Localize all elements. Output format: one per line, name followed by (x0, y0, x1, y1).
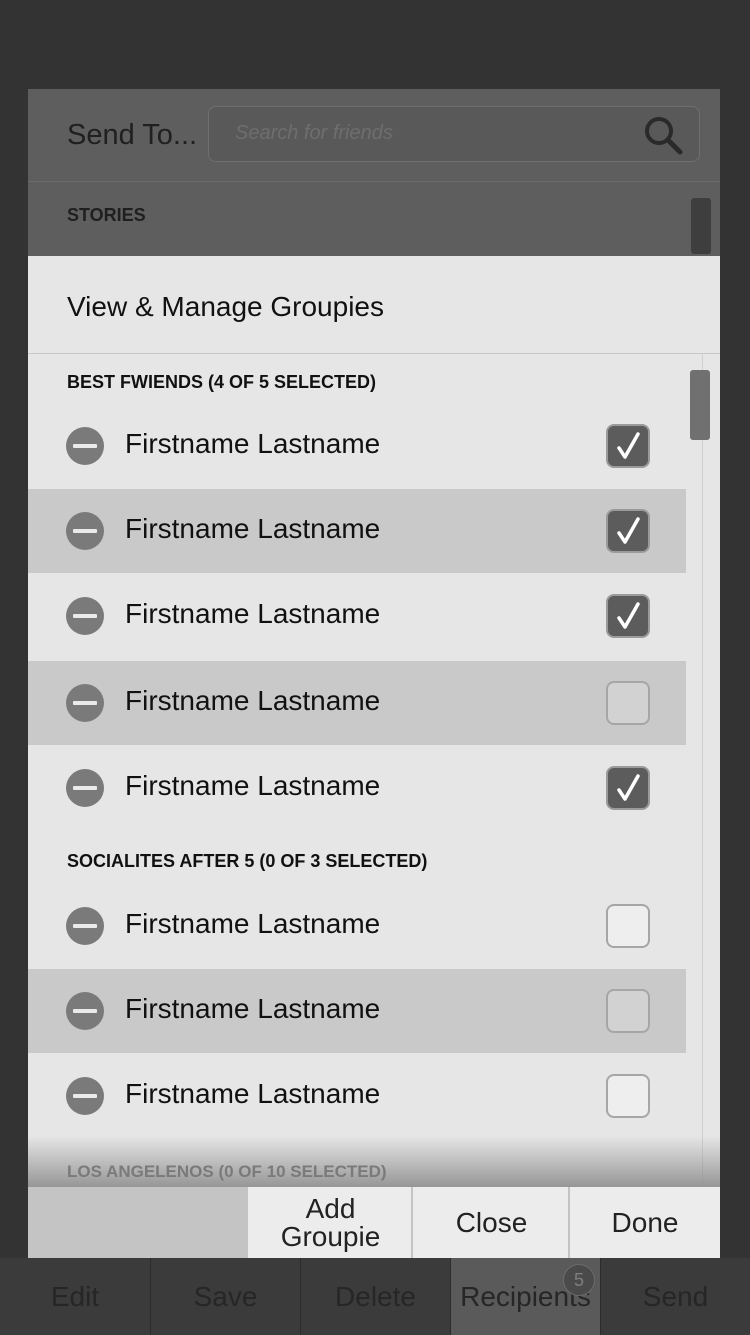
member-checkbox[interactable] (606, 424, 650, 468)
member-name: Firstname Lastname (125, 1078, 381, 1109)
list-item[interactable]: Firstname Lastname (28, 661, 686, 745)
member-name: Firstname Lastname (125, 598, 381, 629)
add-groupie-label: Add Groupie (280, 1192, 381, 1252)
send-to-title: Send To... (67, 119, 198, 151)
remove-member-icon[interactable] (66, 907, 104, 945)
modal-header: View & Manage Groupies (28, 256, 720, 354)
remove-member-icon[interactable] (66, 769, 104, 807)
remove-member-icon[interactable] (66, 992, 104, 1030)
list-item[interactable]: Firstname Lastname (28, 489, 686, 573)
divider (28, 181, 720, 182)
member-name: Firstname Lastname (125, 685, 381, 716)
groupies-list: BEST FWIENDS (4 OF 5 SELECTED) Firstname… (28, 354, 720, 1186)
list-scroll-track (702, 354, 703, 1184)
close-button[interactable]: Close (411, 1187, 570, 1258)
search-placeholder: Search for friends (235, 122, 393, 144)
group-header-los-angelenos: LOS ANGELENOS (0 OF 10 SELECTED) (67, 1162, 387, 1181)
list-item[interactable]: Firstname Lastname (28, 1054, 686, 1138)
checkmark-icon (617, 517, 640, 544)
remove-member-icon[interactable] (66, 427, 104, 465)
member-checkbox[interactable] (606, 766, 650, 810)
list-scrollbar[interactable] (690, 370, 710, 440)
list-item[interactable]: Firstname Lastname (28, 746, 686, 830)
remove-member-icon[interactable] (66, 684, 104, 722)
list-item[interactable]: Firstname Lastname (28, 884, 686, 968)
tab-delete[interactable]: Delete (300, 1258, 450, 1335)
member-name: Firstname Lastname (125, 770, 381, 801)
manage-groupies-modal: View & Manage Groupies BEST FWIENDS (4 O… (28, 256, 720, 1258)
remove-member-icon[interactable] (66, 597, 104, 635)
remove-member-icon[interactable] (66, 1077, 104, 1115)
member-checkbox[interactable] (606, 904, 650, 948)
member-name: Firstname Lastname (125, 513, 381, 544)
tab-save[interactable]: Save (150, 1258, 300, 1335)
modal-actions: Add Groupie Close Done (28, 1187, 720, 1258)
background-scrollbar[interactable] (691, 198, 711, 254)
bottom-nav: Edit Save Delete Recipients 5 Send (0, 1258, 750, 1335)
search-input[interactable]: Search for friends (208, 106, 700, 162)
member-checkbox[interactable] (606, 509, 650, 553)
remove-member-icon[interactable] (66, 512, 104, 550)
checkmark-icon (617, 602, 640, 629)
tab-edit[interactable]: Edit (0, 1258, 150, 1335)
search-icon[interactable] (643, 115, 683, 155)
recipients-count-badge: 5 (563, 1264, 595, 1296)
member-name: Firstname Lastname (125, 993, 381, 1024)
member-checkbox[interactable] (606, 1074, 650, 1118)
group-header-socialites: SOCIALITES AFTER 5 (0 OF 3 SELECTED) (67, 851, 428, 871)
member-name: Firstname Lastname (125, 908, 381, 939)
member-name: Firstname Lastname (125, 428, 381, 459)
tab-send[interactable]: Send (600, 1258, 750, 1335)
member-checkbox[interactable] (606, 681, 650, 725)
list-item[interactable]: Firstname Lastname (28, 574, 686, 658)
list-item[interactable]: Firstname Lastname (28, 404, 686, 488)
checkmark-icon (617, 774, 640, 801)
checkmark-icon (617, 432, 640, 459)
member-checkbox[interactable] (606, 594, 650, 638)
stories-section-label: STORIES (67, 205, 146, 225)
done-button[interactable]: Done (568, 1187, 720, 1258)
member-checkbox[interactable] (606, 989, 650, 1033)
group-header-best-fwiends: BEST FWIENDS (4 OF 5 SELECTED) (67, 372, 377, 392)
list-item[interactable]: Firstname Lastname (28, 969, 686, 1053)
modal-title: View & Manage Groupies (67, 291, 384, 322)
tab-recipients[interactable]: Recipients 5 (450, 1258, 600, 1335)
add-groupie-button[interactable]: Add Groupie (246, 1187, 413, 1258)
